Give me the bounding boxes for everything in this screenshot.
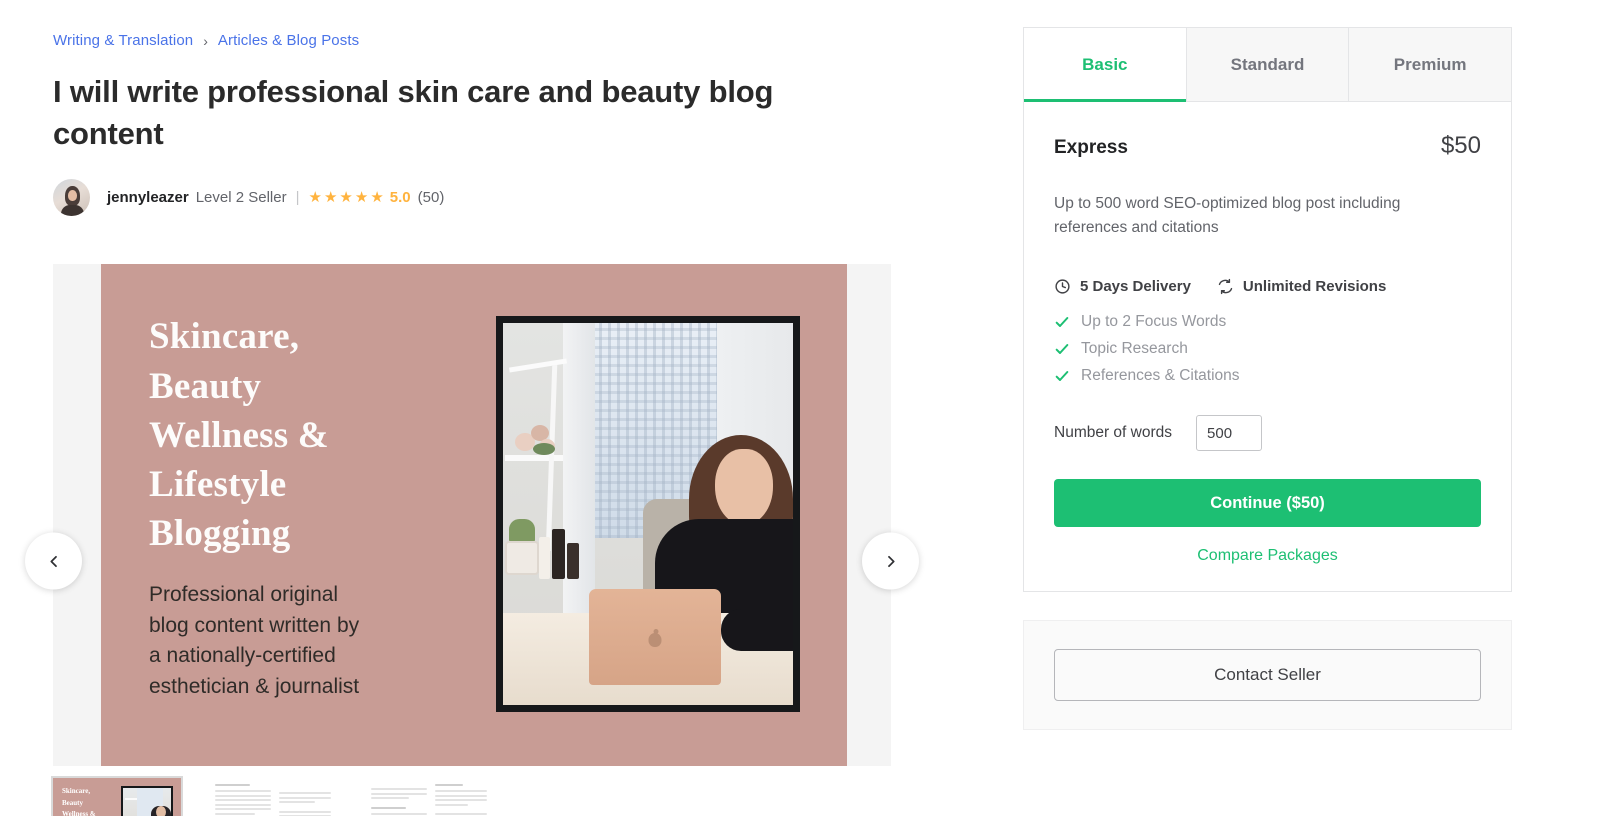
seller-level-badge: Level 2 Seller — [195, 189, 287, 207]
clock-icon — [1054, 278, 1071, 295]
page-title: I will write professional skin care and … — [53, 74, 774, 152]
word-count-input[interactable] — [1196, 415, 1263, 452]
package-body: Express $50 Up to 500 word SEO-optimized… — [1024, 102, 1511, 591]
package-meta-row: 5 Days Delivery Unlimited Revisions — [1054, 278, 1481, 295]
slide-headline-line: Blogging — [149, 513, 291, 555]
gig-main-column: Writing & Translation › Articles & Blog … — [25, 0, 953, 816]
word-count-label: Number of words — [1054, 424, 1173, 442]
photo-product-bottles — [539, 529, 583, 581]
gig-gallery: Skincare, Beauty Wellness & Lifestyle Bl… — [25, 264, 919, 816]
apple-logo-icon — [648, 629, 662, 648]
photo-person-arm — [721, 609, 793, 652]
purchase-sidebar: Basic Standard Premium Express $50 Up to… — [1023, 27, 1512, 731]
gig-detail-page: Writing & Translation › Articles & Blog … — [0, 0, 1600, 816]
contact-seller-card: Contact Seller — [1023, 620, 1512, 731]
chevron-left-icon — [49, 555, 57, 567]
package-name: Express — [1054, 137, 1128, 158]
photo-basket — [505, 541, 539, 576]
tab-standard[interactable]: Standard — [1186, 28, 1350, 102]
gallery-thumbnail-3[interactable] — [365, 778, 493, 816]
thumbnail-photo — [121, 786, 173, 816]
seller-username[interactable]: jennyleazer — [107, 189, 189, 206]
avatar[interactable] — [53, 179, 90, 217]
refresh-icon — [1217, 278, 1234, 295]
photo-person-face — [715, 449, 773, 526]
check-icon — [1054, 341, 1070, 357]
gallery-slide-active[interactable]: Skincare, Beauty Wellness & Lifestyle Bl… — [101, 264, 847, 767]
slide-headline-line: Wellness & — [149, 414, 329, 456]
package-features: Up to 2 Focus Words Topic Research Refer… — [1054, 313, 1481, 385]
thumbnail-document-preview — [209, 778, 337, 816]
thumbnail-document-preview — [365, 778, 493, 816]
package-tabs: Basic Standard Premium — [1024, 28, 1512, 102]
delivery-time: 5 Days Delivery — [1054, 278, 1191, 295]
feature-label: Topic Research — [1081, 340, 1188, 358]
revisions-label: Unlimited Revisions — [1242, 278, 1387, 296]
chevron-right-icon — [887, 555, 895, 567]
star-icon: ★ — [370, 189, 384, 207]
gallery-thumbnail-2[interactable] — [209, 778, 337, 816]
slide-headline: Skincare, Beauty Wellness & Lifestyle Bl… — [149, 312, 479, 558]
seller-info-row: jennyleazer Level 2 Seller | ★ ★ ★ ★ ★ 5… — [53, 179, 953, 217]
thumbnail-headline-line: Beauty — [62, 798, 83, 807]
check-icon — [1054, 368, 1070, 384]
breadcrumb: Writing & Translation › Articles & Blog … — [53, 0, 953, 49]
slide-subtext-line: blog content written by — [149, 613, 360, 637]
gallery-thumbnails: Skincare, Beauty Wellness & Lifestyle Bl… — [51, 776, 891, 816]
tab-premium[interactable]: Premium — [1349, 28, 1512, 102]
check-icon — [1054, 314, 1070, 330]
avatar-body — [61, 205, 84, 217]
slide-headline-line: Skincare, — [149, 316, 300, 358]
photo-leaf — [533, 443, 555, 456]
feature-label: References & Citations — [1081, 367, 1240, 385]
slide-subtext: Professional original blog content writt… — [149, 580, 449, 702]
thumbnail-headline-line: Skincare, — [62, 787, 91, 796]
star-icon: ★ — [339, 189, 353, 207]
rating-review-count[interactable]: (50) — [418, 189, 445, 206]
avatar-face — [68, 190, 77, 202]
feature-item: Topic Research — [1054, 340, 1481, 358]
star-icon: ★ — [323, 189, 338, 207]
thumbnail-headline-line: Wellness & — [62, 810, 96, 816]
package-description: Up to 500 word SEO-optimized blog post i… — [1054, 195, 1401, 237]
delivery-time-label: 5 Days Delivery — [1080, 278, 1191, 296]
compare-packages-link[interactable]: Compare Packages — [1054, 547, 1481, 565]
slide-subtext-line: Professional original — [149, 583, 339, 607]
thumbnail-headline: Skincare, Beauty Wellness & Lifestyle Bl… — [62, 786, 120, 816]
photo-flowers — [513, 425, 559, 459]
breadcrumb-separator-icon: › — [203, 32, 208, 49]
rating-stars: ★ ★ ★ ★ ★ — [309, 190, 384, 205]
breadcrumb-item-category[interactable]: Writing & Translation — [53, 32, 193, 49]
star-icon: ★ — [308, 189, 322, 207]
tab-basic[interactable]: Basic — [1024, 28, 1187, 102]
gallery-thumbnail-1[interactable]: Skincare, Beauty Wellness & Lifestyle Bl… — [51, 776, 183, 816]
thumbnail-image-preview: Skincare, Beauty Wellness & Lifestyle Bl… — [53, 778, 181, 816]
feature-label: Up to 2 Focus Words — [1081, 313, 1227, 331]
gallery-viewport: Skincare, Beauty Wellness & Lifestyle Bl… — [53, 264, 891, 767]
word-count-row: Number of words — [1054, 415, 1481, 452]
slide-headline-line: Beauty — [149, 365, 262, 407]
slide-subtext-line: a nationally-certified — [149, 644, 336, 668]
package-header: Express $50 — [1054, 132, 1481, 160]
contact-seller-button[interactable]: Contact Seller — [1054, 649, 1481, 702]
gallery-next-button[interactable] — [862, 532, 919, 590]
slide-headline-line: Lifestyle — [149, 463, 287, 505]
gallery-prev-button[interactable] — [25, 532, 82, 590]
seller-divider: | — [295, 189, 300, 207]
package-card: Basic Standard Premium Express $50 Up to… — [1023, 27, 1512, 593]
feature-item: References & Citations — [1054, 367, 1481, 385]
revisions: Unlimited Revisions — [1217, 278, 1386, 295]
continue-button[interactable]: Continue ($50) — [1054, 479, 1481, 528]
star-icon: ★ — [354, 189, 369, 207]
rating-value: 5.0 — [389, 189, 411, 207]
slide-photo — [496, 316, 800, 713]
photo-laptop — [589, 589, 721, 686]
feature-item: Up to 2 Focus Words — [1054, 313, 1481, 331]
slide-subtext-line: esthetician & journalist — [149, 674, 360, 698]
package-price: $50 — [1440, 132, 1481, 159]
breadcrumb-item-subcategory[interactable]: Articles & Blog Posts — [218, 32, 359, 49]
